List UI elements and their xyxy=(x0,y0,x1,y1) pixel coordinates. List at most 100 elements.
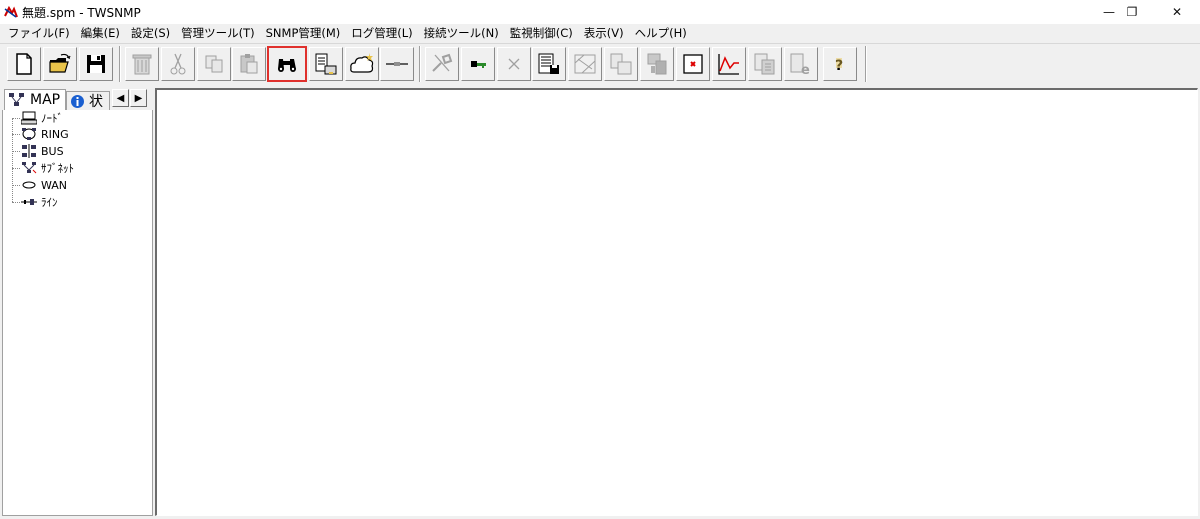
report-button[interactable] xyxy=(748,47,782,81)
stop-button[interactable] xyxy=(676,47,710,81)
tree-item-label: BUS xyxy=(41,144,64,158)
close-button[interactable]: ✕ xyxy=(1154,0,1200,24)
menu-help[interactable]: ヘルプ(H) xyxy=(630,24,693,43)
menu-bar: ファイル(F) 編集(E) 設定(S) 管理ツール(T) SNMP管理(M) ロ… xyxy=(0,24,1200,43)
cloud-network-icon xyxy=(350,53,374,73)
tree-item-node[interactable]: ﾉｰﾄﾞ xyxy=(12,110,63,126)
title-bar: 無題.spm - TWSNMP — ❐ ✕ xyxy=(0,0,1200,24)
bus-icon xyxy=(22,144,36,158)
cloud-button[interactable] xyxy=(345,47,379,81)
window-title: 無題.spm - TWSNMP xyxy=(22,6,141,20)
binoculars-find-icon xyxy=(278,59,296,72)
menu-snmp[interactable]: SNMP管理(M) xyxy=(261,24,347,43)
tools-button[interactable] xyxy=(425,47,459,81)
menu-file[interactable]: ファイル(F) xyxy=(3,24,76,43)
info-icon xyxy=(71,94,84,108)
ring-icon xyxy=(22,128,36,140)
log-save-button[interactable] xyxy=(532,47,566,81)
report-icon xyxy=(754,53,775,75)
delete-x-icon xyxy=(508,58,520,70)
tab-map-label: MAP xyxy=(30,92,61,108)
menu-monitor[interactable]: 監視制御(C) xyxy=(505,24,579,43)
tab-map[interactable]: MAP xyxy=(4,89,66,110)
device-button[interactable] xyxy=(604,47,638,81)
web-icon: e xyxy=(790,53,810,77)
tree-branch xyxy=(12,117,20,119)
menu-log[interactable]: ログ管理(L) xyxy=(346,24,418,43)
maximize-button[interactable]: ❐ xyxy=(1109,0,1155,24)
save-button[interactable] xyxy=(79,47,113,81)
new-file-icon xyxy=(16,53,32,75)
menu-edit[interactable]: 編集(E) xyxy=(76,24,126,43)
open-button[interactable] xyxy=(43,47,77,81)
tree-branch xyxy=(12,133,20,135)
tree-item-label: RING xyxy=(41,127,69,141)
delete-button[interactable] xyxy=(125,47,159,81)
tree-branch xyxy=(12,201,20,203)
node-list-icon xyxy=(315,53,337,75)
app-icon xyxy=(4,5,18,19)
key-button[interactable] xyxy=(461,47,495,81)
tab-status-label: 状 xyxy=(89,94,103,110)
server-button[interactable] xyxy=(640,47,674,81)
menu-view[interactable]: 表示(V) xyxy=(579,24,630,43)
map-tab-icon xyxy=(9,93,24,106)
line-connect-icon xyxy=(386,62,408,66)
tree-branch xyxy=(12,184,20,186)
new-file-button[interactable] xyxy=(7,47,41,81)
menu-settings[interactable]: 設定(S) xyxy=(126,24,176,43)
open-folder-icon xyxy=(49,53,71,73)
subnet-icon xyxy=(22,162,37,174)
line-icon xyxy=(21,199,37,205)
node-icon xyxy=(21,111,37,125)
web-button[interactable]: e xyxy=(784,47,818,81)
tab-status[interactable]: 状 xyxy=(66,91,110,110)
wan-icon xyxy=(22,181,36,189)
paste-icon xyxy=(240,54,258,74)
tree-item-line[interactable]: ﾗｲﾝ xyxy=(12,194,58,210)
key-icon xyxy=(471,61,486,68)
map-button[interactable] xyxy=(568,47,602,81)
help-button[interactable]: ? xyxy=(823,47,857,81)
toolbar-separator xyxy=(119,46,121,82)
tree-item-ring[interactable]: RING xyxy=(12,126,69,142)
svg-text:e: e xyxy=(801,63,810,77)
map-canvas[interactable] xyxy=(155,88,1198,516)
device-icon xyxy=(610,53,632,75)
tools-icon xyxy=(432,53,453,72)
tree-item-label: ﾉｰﾄﾞ xyxy=(41,112,63,125)
line-chart-icon xyxy=(718,54,739,75)
chart-button[interactable] xyxy=(712,47,746,81)
trash-icon xyxy=(132,54,152,75)
copy-icon xyxy=(205,55,223,73)
copy-button[interactable] xyxy=(197,47,231,81)
log-save-icon xyxy=(538,53,559,74)
tree-item-wan[interactable]: WAN xyxy=(12,177,67,193)
toolbar-divider xyxy=(0,43,1200,44)
delete-x-button[interactable] xyxy=(497,47,531,81)
find-button[interactable] xyxy=(267,46,307,82)
line-button[interactable] xyxy=(380,47,414,81)
save-disk-icon xyxy=(87,55,105,73)
server-icon xyxy=(647,53,667,75)
node-list-button[interactable] xyxy=(309,47,343,81)
toolbar-separator xyxy=(419,46,421,82)
cut-scissors-icon xyxy=(170,53,186,75)
tab-scroll-right-button[interactable]: ▶ xyxy=(130,89,147,107)
stop-window-icon xyxy=(683,54,703,74)
tree-branch xyxy=(12,150,20,152)
toolbar-separator xyxy=(865,46,867,82)
map-icon xyxy=(574,54,596,74)
tree-item-subnet[interactable]: ｻﾌﾞﾈｯﾄ xyxy=(12,160,74,176)
tree-item-label: ｻﾌﾞﾈｯﾄ xyxy=(41,162,74,175)
tree-branch xyxy=(12,167,20,169)
menu-connect-tools[interactable]: 接続ツール(N) xyxy=(419,24,505,43)
tree-item-bus[interactable]: BUS xyxy=(12,143,64,159)
tree-item-label: ﾗｲﾝ xyxy=(41,196,58,209)
tab-scroll-left-button[interactable]: ◀ xyxy=(112,89,129,107)
cut-button[interactable] xyxy=(161,47,195,81)
tree-item-label: WAN xyxy=(41,178,68,192)
paste-button[interactable] xyxy=(232,47,266,81)
menu-admin-tools[interactable]: 管理ツール(T) xyxy=(176,24,261,43)
help-question-icon: ? xyxy=(835,58,843,74)
